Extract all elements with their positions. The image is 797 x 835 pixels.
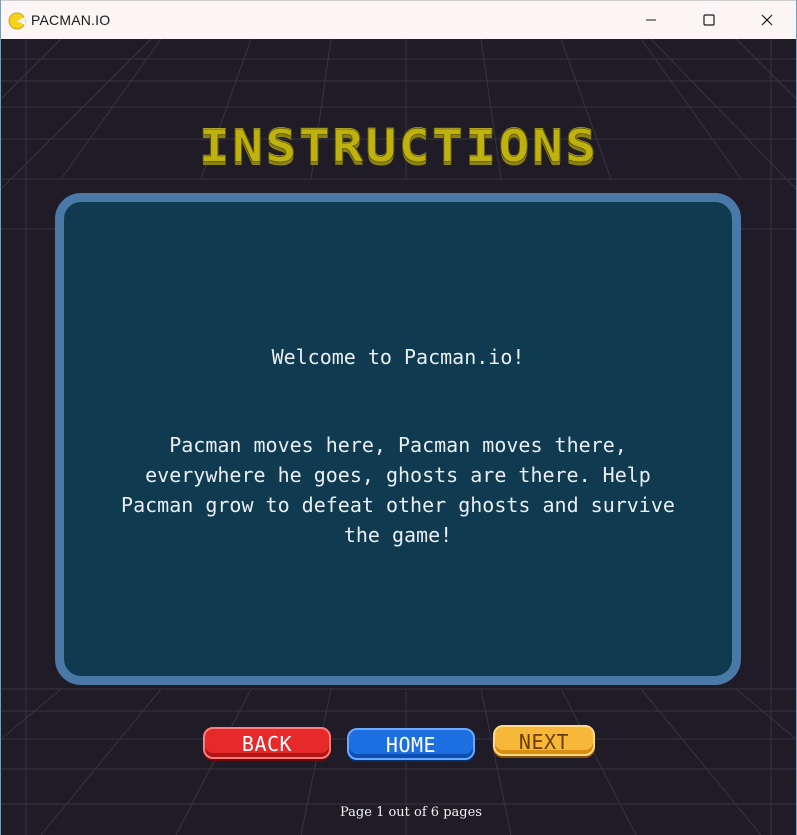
instructions-body-text: Pacman moves here, Pacman moves there, e… [121,433,675,547]
minimize-icon [646,19,656,21]
minimize-button[interactable] [622,1,680,39]
title-bar[interactable]: PACMAN.IO [1,0,796,39]
next-button[interactable]: NEXT [493,725,595,756]
app-window: PACMAN.IO INSTRUCTIONS Welcome to Pacman… [0,0,797,835]
pacman-app-icon [8,12,26,30]
welcome-text: Welcome to Pacman.io! [271,345,525,369]
home-button[interactable]: HOME [347,728,475,760]
window-title: PACMAN.IO [31,12,111,28]
close-icon [761,14,773,26]
instructions-panel: Welcome to Pacman.io! Pacman moves here,… [55,193,741,685]
back-button[interactable]: BACK [203,727,331,759]
page-indicator: Page 1 out of 6 pages [340,805,482,820]
maximize-button[interactable] [680,1,738,39]
instructions-heading: INSTRUCTIONS [198,121,599,173]
game-screen: INSTRUCTIONS Welcome to Pacman.io! Pacma… [1,39,796,835]
maximize-icon [703,14,715,26]
close-button[interactable] [738,1,796,39]
instructions-text: Welcome to Pacman.io! Pacman moves here,… [104,342,692,550]
